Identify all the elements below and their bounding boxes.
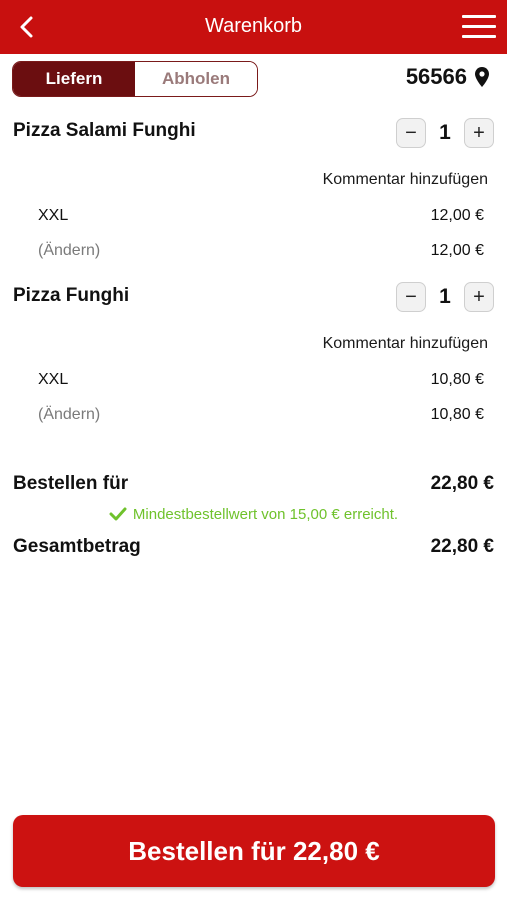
- app-header: Warenkorb: [0, 0, 507, 54]
- quantity-value: 1: [439, 121, 451, 144]
- item-total-row: (Ändern) 10,80 €: [38, 406, 484, 424]
- quantity-stepper: − 1 +: [396, 118, 494, 148]
- delivery-mode-toggle: Liefern Abholen: [12, 61, 258, 97]
- item-name: Pizza Funghi: [13, 285, 130, 306]
- min-order-message: Mindestbestellwert von 15,00 € erreicht.: [0, 506, 507, 523]
- item-total: 12,00 €: [430, 242, 484, 259]
- total-value: 22,80 €: [430, 536, 494, 557]
- delivery-zip[interactable]: 56566: [406, 64, 489, 90]
- item-total: 10,80 €: [430, 406, 484, 423]
- zip-code: 56566: [405, 64, 467, 89]
- quantity-value: 1: [439, 285, 451, 308]
- toggle-abholen[interactable]: Abholen: [135, 62, 257, 96]
- item-size-price: 10,80 €: [430, 371, 484, 388]
- decrease-quantity-button[interactable]: −: [396, 118, 426, 148]
- add-comment-link[interactable]: Kommentar hinzufügen: [323, 171, 488, 189]
- order-for-row: Bestellen für 22,80 €: [13, 473, 494, 495]
- item-size-row: XXL 12,00 €: [38, 207, 484, 225]
- page-title: Warenkorb: [204, 15, 303, 37]
- item-name: Pizza Salami Funghi: [13, 120, 196, 141]
- grand-total-row: Gesamtbetrag 22,80 €: [13, 536, 494, 558]
- item-size: XXL: [38, 207, 69, 224]
- order-for-value: 22,80 €: [430, 473, 494, 494]
- location-pin-icon: [475, 67, 489, 87]
- min-order-text: Mindestbestellwert von 15,00 € erreicht.: [132, 506, 399, 523]
- total-label: Gesamtbetrag: [13, 536, 141, 557]
- item-total-row: (Ändern) 12,00 €: [38, 242, 484, 260]
- increase-quantity-button[interactable]: +: [464, 282, 494, 312]
- decrease-quantity-button[interactable]: −: [396, 282, 426, 312]
- increase-quantity-button[interactable]: +: [464, 118, 494, 148]
- add-comment-link[interactable]: Kommentar hinzufügen: [323, 335, 488, 353]
- item-size-price: 12,00 €: [430, 207, 484, 224]
- place-order-button[interactable]: Bestellen für 22,80 €: [13, 815, 495, 887]
- change-item-link[interactable]: (Ändern): [38, 406, 100, 424]
- item-size-row: XXL 10,80 €: [38, 371, 484, 389]
- change-item-link[interactable]: (Ändern): [38, 242, 100, 260]
- hamburger-menu-icon[interactable]: [462, 15, 496, 39]
- order-for-label: Bestellen für: [13, 473, 129, 494]
- quantity-stepper: − 1 +: [396, 282, 494, 312]
- toggle-liefern[interactable]: Liefern: [13, 62, 135, 96]
- item-size: XXL: [38, 371, 69, 388]
- checkmark-icon: [109, 507, 127, 521]
